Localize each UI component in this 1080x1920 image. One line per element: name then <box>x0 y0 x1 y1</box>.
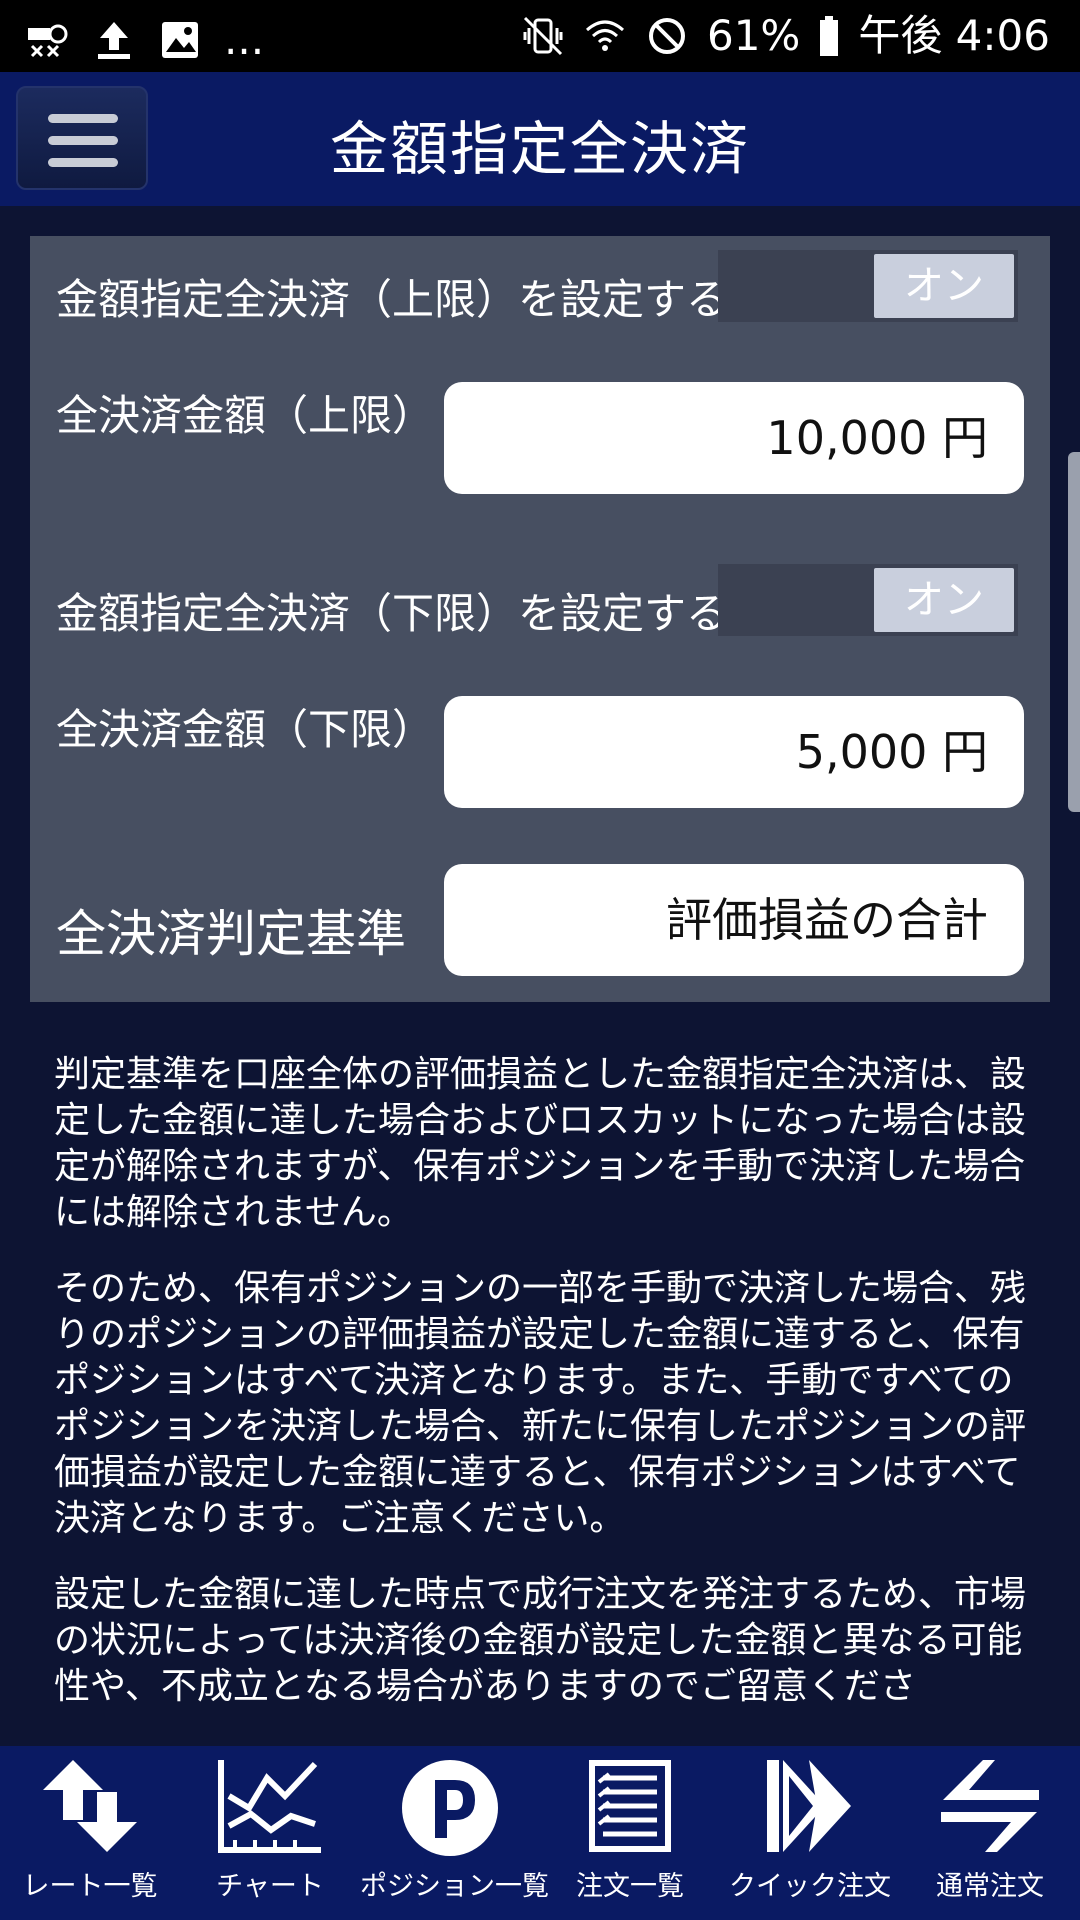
nav-quick-order[interactable]: クイック注文 <box>720 1746 900 1920</box>
wifi-icon <box>585 20 624 51</box>
quick-order-icon <box>767 1760 851 1852</box>
description-paragraph-2: そのため、保有ポジションの一部を手動で決済した場合、残りのポジションの評価損益が… <box>54 1268 1027 1539</box>
nav-order-list[interactable]: 注文一覧 <box>540 1746 720 1920</box>
page-title: 金額指定全決済 <box>329 115 750 183</box>
battery-percent: 61% <box>706 11 801 60</box>
status-bar: ... 61% 午後 4:06 <box>0 0 1080 72</box>
upper-amount-input[interactable]: 10,000 円 <box>444 382 1024 494</box>
criteria-select[interactable]: 評価損益の合計 <box>444 864 1024 976</box>
battery-icon <box>820 16 839 56</box>
nav-order-list-label: 注文一覧 <box>576 1871 684 1902</box>
upper-limit-toggle[interactable]: オン <box>718 250 1018 322</box>
criteria-label: 全決済判定基準 <box>56 905 406 963</box>
lower-amount-input[interactable]: 5,000 円 <box>444 696 1024 808</box>
nav-rate-list-label: レート一覧 <box>22 1871 158 1902</box>
scrollbar[interactable] <box>1068 452 1080 812</box>
description-paragraph-1: 判定基準を口座全体の評価損益とした金額指定全決済は、設定した金額に達した場合およ… <box>54 1054 1027 1233</box>
sim-settings-icon <box>28 24 68 58</box>
vibrate-icon <box>523 16 563 56</box>
nav-quick-order-label: クイック注文 <box>729 1871 891 1902</box>
description-paragraph-3: 設定した金額に達した時点で成行注文を発注するため、市場の状況によっては決済後の金… <box>54 1574 1027 1707</box>
lower-amount-label: 全決済金額（下限） <box>56 705 435 754</box>
description: 判定基準を口座全体の評価損益とした金額指定全決済は、設定した金額に達した場合およ… <box>54 1052 1034 1740</box>
upper-amount-label: 全決済金額（上限） <box>56 391 435 440</box>
nav-normal-order-label: 通常注文 <box>936 1871 1044 1902</box>
chart-icon <box>218 1760 321 1853</box>
order-list-icon <box>589 1760 671 1852</box>
upper-toggle-knob: オン <box>874 254 1014 318</box>
more-notifications: ... <box>224 15 265 64</box>
nav-chart-label: チャート <box>216 1871 324 1902</box>
clock: 午後 4:06 <box>858 11 1050 60</box>
settings-panel: 金額指定全決済（上限）を設定する オン 全決済金額（上限） 10,000 円 金… <box>30 236 1050 1002</box>
nav-rate-list[interactable]: レート一覧 <box>0 1746 180 1920</box>
nav-chart[interactable]: チャート <box>180 1746 360 1920</box>
nav-normal-order[interactable]: 通常注文 <box>900 1746 1080 1920</box>
normal-order-icon <box>941 1760 1039 1852</box>
lower-toggle-label: 金額指定全決済（下限）を設定する <box>56 589 729 638</box>
position-p-icon <box>402 1760 498 1856</box>
bottom-navigation: レート一覧 チャート ポジション一覧 注文一覧 クイック注文 通常注文 <box>0 1746 1080 1920</box>
image-icon <box>162 22 198 58</box>
upper-toggle-label: 金額指定全決済（上限）を設定する <box>56 275 729 324</box>
rate-arrows-icon <box>43 1760 137 1852</box>
lower-limit-toggle[interactable]: オン <box>718 564 1018 636</box>
app-header: 金額指定全決済 <box>0 72 1080 206</box>
upload-icon <box>98 22 130 59</box>
nav-position-list[interactable]: ポジション一覧 <box>360 1746 549 1920</box>
do-not-disturb-icon <box>648 18 685 54</box>
nav-position-list-label: ポジション一覧 <box>360 1871 549 1902</box>
lower-toggle-knob: オン <box>874 568 1014 632</box>
